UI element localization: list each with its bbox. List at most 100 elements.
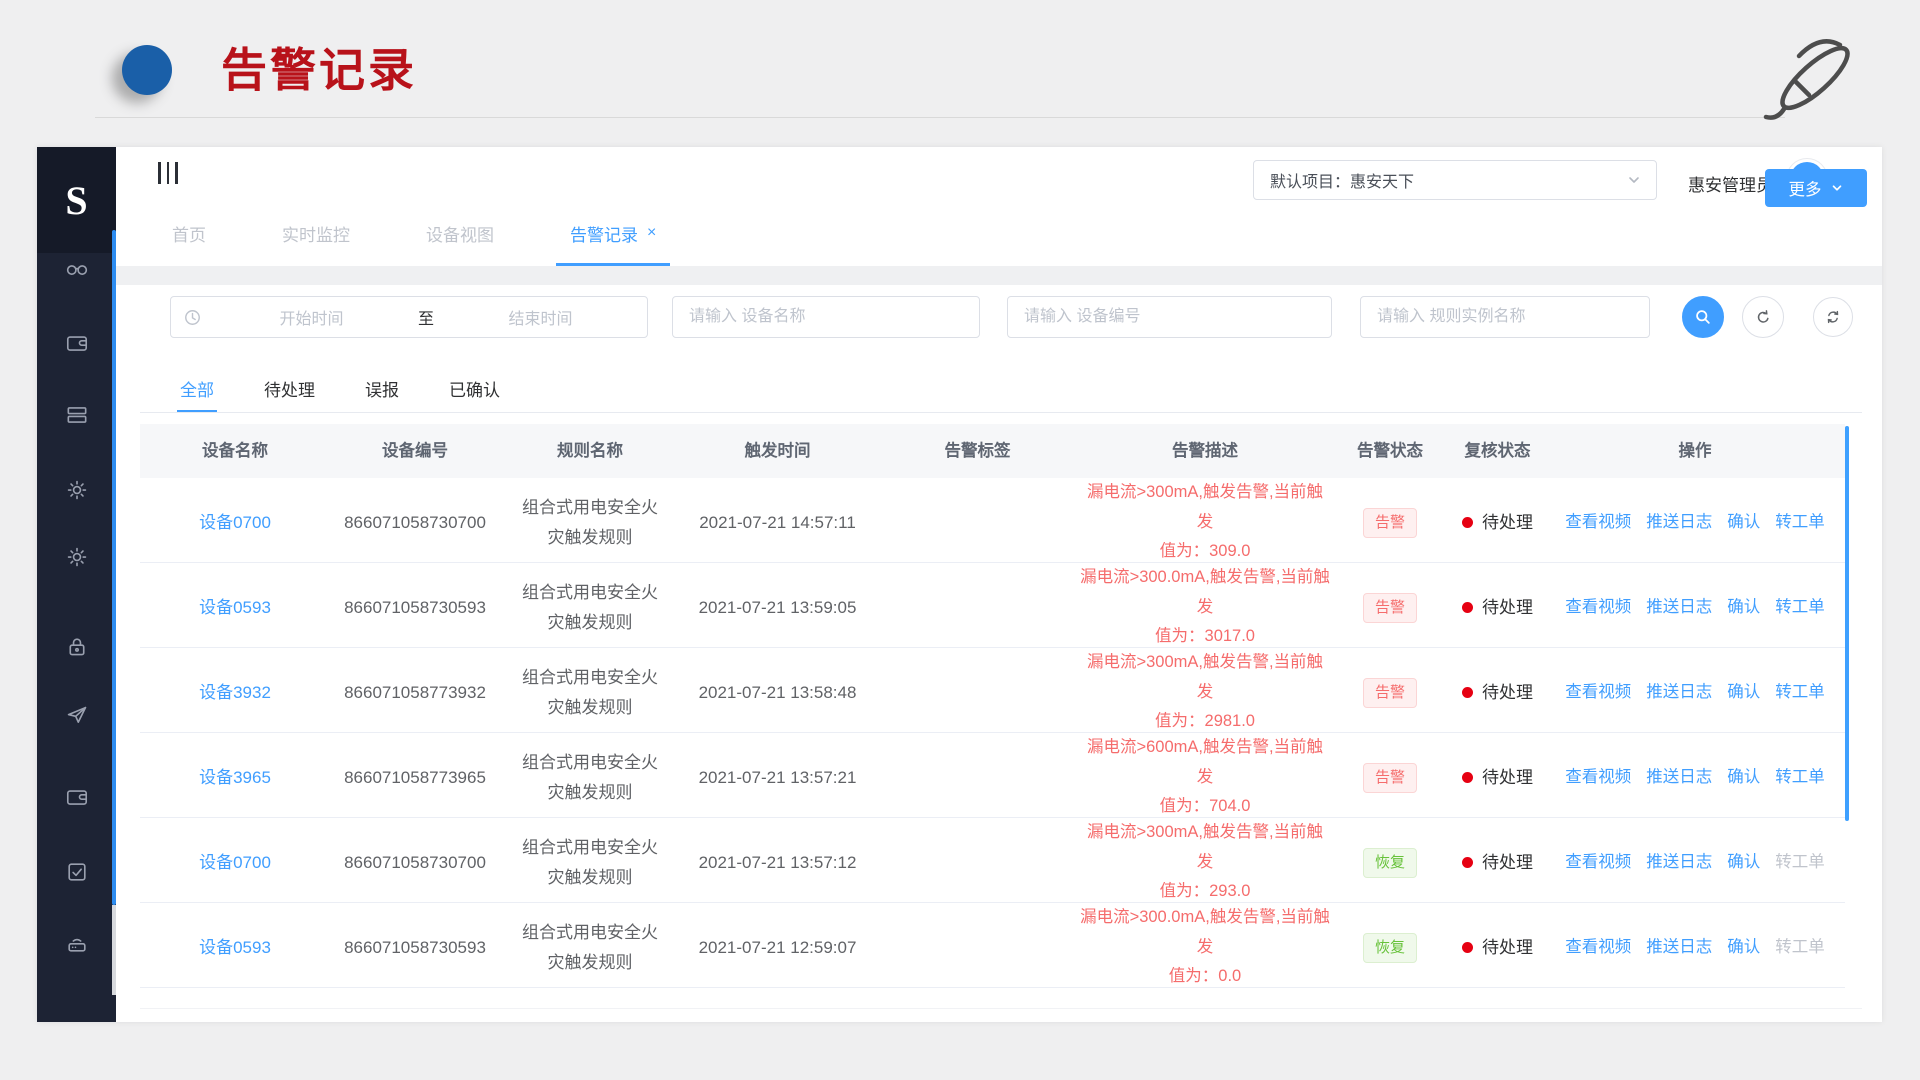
rule-name-cell: 组合式用电安全火灾触发规则 xyxy=(519,493,661,553)
device-id-input[interactable] xyxy=(1007,296,1332,338)
table-header: 设备名称设备编号规则名称触发时间告警标签告警描述告警状态复核状态操作 xyxy=(140,424,1845,478)
wallet-icon[interactable] xyxy=(64,330,90,356)
alarm-panel: 开始时间 至 结束时间 全部待处理误报已确认 xyxy=(116,285,1882,1022)
action-confirm[interactable]: 确认 xyxy=(1727,678,1760,707)
action-confirm[interactable]: 确认 xyxy=(1727,933,1760,962)
tab-item-3[interactable]: 告警记录× xyxy=(556,200,670,266)
user-name: 惠安管理员 xyxy=(1688,171,1773,196)
project-select[interactable]: 默认项目：惠安天下 xyxy=(1253,160,1657,200)
page: 告警记录 S 默认项目 xyxy=(0,0,1920,1080)
review-status-cell: 待处理 xyxy=(1450,848,1545,878)
column-header: 规则名称 xyxy=(500,437,680,466)
refresh-button[interactable] xyxy=(1742,296,1784,338)
action-push-log[interactable]: 推送日志 xyxy=(1646,848,1712,877)
rule-name-cell: 组合式用电安全火灾触发规则 xyxy=(519,918,661,978)
status-tab-2[interactable]: 误报 xyxy=(365,365,399,412)
alarm-table: 设备名称设备编号规则名称触发时间告警标签告警描述告警状态复核状态操作 设备070… xyxy=(140,424,1845,988)
action-push-log[interactable]: 推送日志 xyxy=(1646,593,1712,622)
action-confirm[interactable]: 确认 xyxy=(1727,763,1760,792)
status-tab-3[interactable]: 已确认 xyxy=(449,365,500,412)
tab-item-1[interactable]: 实时监控 xyxy=(268,200,364,266)
device-id-cell: 866071058773932 xyxy=(330,678,500,708)
action-view-video[interactable]: 查看视频 xyxy=(1565,508,1631,537)
tab-label: 设备视图 xyxy=(426,221,494,246)
table-scrollbar[interactable] xyxy=(1845,426,1849,821)
search-button[interactable] xyxy=(1682,296,1724,338)
action-transfer-ticket[interactable]: 转工单 xyxy=(1775,593,1825,622)
more-button[interactable]: 更多 xyxy=(1765,169,1867,207)
rule-name-cell: 组合式用电安全火灾触发规则 xyxy=(519,663,661,723)
rule-instance-input[interactable] xyxy=(1360,296,1650,338)
device-name-link[interactable]: 设备3965 xyxy=(199,768,271,787)
review-status-label: 待处理 xyxy=(1482,848,1533,878)
page-title: 告警记录 xyxy=(221,34,417,100)
table-bottom-divider xyxy=(140,1008,1862,1009)
tab-item-2[interactable]: 设备视图 xyxy=(412,200,508,266)
gear-icon[interactable] xyxy=(64,544,90,570)
device-name-link[interactable]: 设备3932 xyxy=(199,683,271,702)
alarm-status-badge: 告警 xyxy=(1363,593,1417,623)
collapse-menu-icon[interactable] xyxy=(158,162,178,184)
alarm-description-cell: 漏电流>600mA,触发告警,当前触发值为：704.0 xyxy=(1080,733,1330,822)
status-tab-0[interactable]: 全部 xyxy=(180,365,214,412)
device-name-link[interactable]: 设备0593 xyxy=(199,598,271,617)
actions-cell: 查看视频推送日志确认转工单 xyxy=(1545,593,1845,622)
action-push-log[interactable]: 推送日志 xyxy=(1646,763,1712,792)
date-range-input[interactable]: 开始时间 至 结束时间 xyxy=(170,296,648,338)
clock-icon xyxy=(183,308,202,327)
action-transfer-ticket: 转工单 xyxy=(1775,848,1825,877)
device-icon[interactable] xyxy=(64,930,90,956)
action-view-video[interactable]: 查看视频 xyxy=(1565,678,1631,707)
trigger-time-cell: 2021-07-21 13:57:12 xyxy=(680,848,875,878)
device-name-link[interactable]: 设备0700 xyxy=(199,853,271,872)
column-header: 触发时间 xyxy=(680,437,875,466)
tab-close-icon[interactable]: × xyxy=(647,224,656,242)
tab-item-0[interactable]: 首页 xyxy=(158,200,220,266)
project-select-value: 默认项目：惠安天下 xyxy=(1270,168,1626,192)
glasses-icon[interactable] xyxy=(64,254,90,280)
status-tabs: 全部 待处理 误报 已确认 xyxy=(116,365,1882,412)
action-transfer-ticket[interactable]: 转工单 xyxy=(1775,678,1825,707)
lock-icon[interactable] xyxy=(64,634,90,660)
review-status-cell: 待处理 xyxy=(1450,763,1545,793)
app-logo[interactable]: S xyxy=(37,147,116,253)
sync-button[interactable] xyxy=(1813,297,1853,337)
actions-cell: 查看视频推送日志确认转工单 xyxy=(1545,763,1845,792)
action-view-video[interactable]: 查看视频 xyxy=(1565,933,1631,962)
action-push-log[interactable]: 推送日志 xyxy=(1646,678,1712,707)
action-transfer-ticket[interactable]: 转工单 xyxy=(1775,508,1825,537)
column-header: 告警描述 xyxy=(1080,437,1330,466)
device-name-input[interactable] xyxy=(672,296,980,338)
title-bullet-icon xyxy=(122,45,172,95)
send-icon[interactable] xyxy=(64,702,90,728)
rows-icon[interactable] xyxy=(64,402,90,428)
main-tabs: 首页实时监控 设备视图 告警记录× xyxy=(116,200,1882,266)
device-name-link[interactable]: 设备0700 xyxy=(199,513,271,532)
checkbox-icon[interactable] xyxy=(64,859,90,885)
action-confirm[interactable]: 确认 xyxy=(1727,508,1760,537)
alarm-description-cell: 漏电流>300.0mA,触发告警,当前触发值为：0.0 xyxy=(1080,903,1330,992)
date-end-placeholder: 结束时间 xyxy=(446,305,635,329)
actions-cell: 查看视频推送日志确认转工单 xyxy=(1545,933,1845,962)
column-header: 复核状态 xyxy=(1450,437,1545,466)
device-id-cell: 866071058730700 xyxy=(330,508,500,538)
alarm-status-badge: 告警 xyxy=(1363,678,1417,708)
chevron-down-icon xyxy=(1830,181,1844,195)
action-confirm[interactable]: 确认 xyxy=(1727,848,1760,877)
action-push-log[interactable]: 推送日志 xyxy=(1646,508,1712,537)
action-push-log[interactable]: 推送日志 xyxy=(1646,933,1712,962)
gear-icon[interactable] xyxy=(64,477,90,503)
action-transfer-ticket[interactable]: 转工单 xyxy=(1775,763,1825,792)
column-header: 设备名称 xyxy=(140,437,330,466)
action-confirm[interactable]: 确认 xyxy=(1727,593,1760,622)
status-dot-icon xyxy=(1462,687,1473,698)
review-status-label: 待处理 xyxy=(1482,933,1533,963)
status-dot-icon xyxy=(1462,772,1473,783)
action-view-video[interactable]: 查看视频 xyxy=(1565,848,1631,877)
action-view-video[interactable]: 查看视频 xyxy=(1565,763,1631,792)
content-gap xyxy=(116,266,1882,285)
wallet-icon[interactable] xyxy=(64,784,90,810)
action-view-video[interactable]: 查看视频 xyxy=(1565,593,1631,622)
status-tab-1[interactable]: 待处理 xyxy=(264,365,315,412)
device-name-link[interactable]: 设备0593 xyxy=(199,938,271,957)
